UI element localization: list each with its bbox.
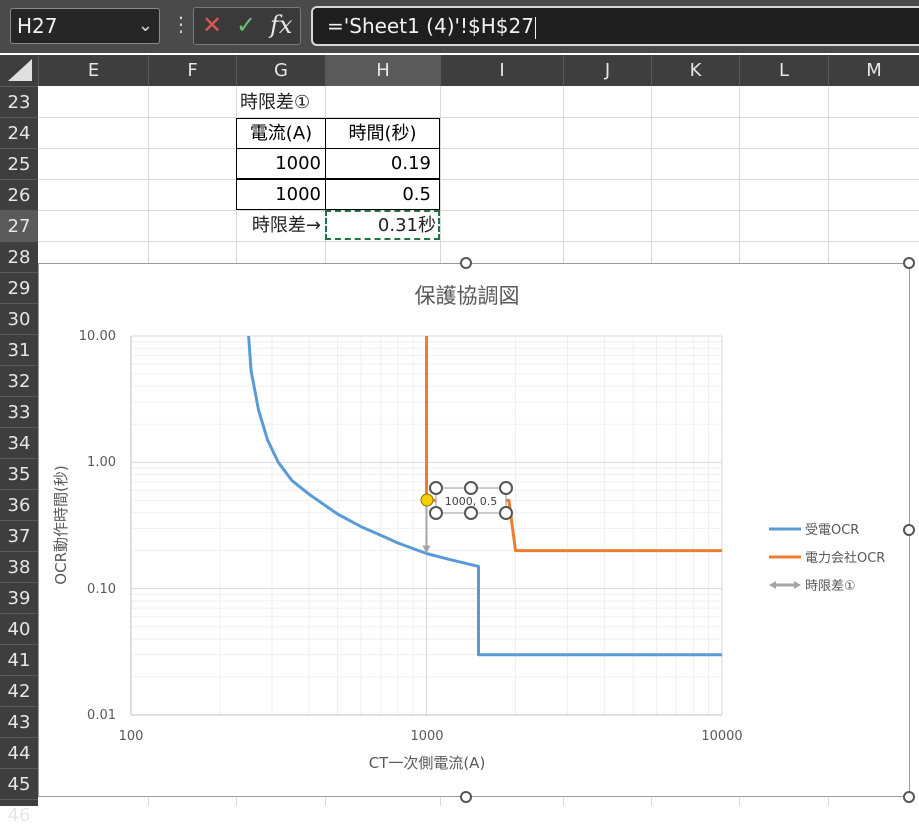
- legend-label-time-difference: 時限差①: [805, 579, 856, 594]
- resize-handle[interactable]: [429, 481, 443, 495]
- insert-function-icon[interactable]: fx: [270, 11, 292, 39]
- resize-handle[interactable]: [499, 506, 513, 520]
- cell-g24[interactable]: 電流(A): [236, 118, 326, 149]
- x-tick-label: 100: [119, 729, 144, 744]
- row-header[interactable]: 35: [0, 458, 38, 489]
- column-header-g[interactable]: G: [236, 55, 325, 86]
- cancel-icon[interactable]: ✕: [202, 11, 222, 39]
- row-header[interactable]: 36: [0, 489, 38, 520]
- cell-h25[interactable]: 0.19: [325, 148, 440, 179]
- grid-line: [38, 241, 919, 242]
- y-tick-label: 1.00: [87, 455, 116, 470]
- copy-marquee: [325, 210, 440, 240]
- cell-h24[interactable]: 時間(秒): [325, 118, 440, 149]
- legend-label-receiving-ocr: 受電OCR: [805, 523, 859, 538]
- row-header[interactable]: 45: [0, 768, 38, 799]
- chart-resize-handle-bottom[interactable]: [460, 791, 472, 803]
- row-header[interactable]: 39: [0, 582, 38, 613]
- column-header-k[interactable]: K: [651, 55, 739, 86]
- legend[interactable]: 受電OCR 電力会社OCR 時限差①: [769, 523, 885, 594]
- selected-data-point[interactable]: [420, 493, 434, 507]
- data-table: 電流(A) 時間(秒) 1000 0.19 1000 0.5: [236, 118, 440, 210]
- y-axis-label[interactable]: OCR動作時間(秒): [52, 465, 70, 584]
- select-all-corner[interactable]: [0, 55, 38, 86]
- name-box-value: H27: [17, 14, 58, 38]
- y-tick-label: 0.01: [87, 708, 116, 723]
- column-header-f[interactable]: F: [148, 55, 236, 86]
- row-header[interactable]: 42: [0, 675, 38, 706]
- formula-input[interactable]: ='Sheet1 (4)'!$H$27: [311, 6, 919, 46]
- chart-area[interactable]: 保護協調図 10.00 1.00 0.10 0.01 100 1000 1000…: [38, 263, 910, 797]
- column-header-h[interactable]: H: [325, 55, 440, 86]
- grid-line: [38, 210, 919, 211]
- grid-line: [38, 148, 919, 149]
- formula-actions: ✕ ✓ fx: [193, 7, 301, 45]
- resize-handle[interactable]: [499, 481, 513, 495]
- more-options-icon[interactable]: ⋮: [171, 12, 191, 36]
- chart-svg: 保護協調図 10.00 1.00 0.10 0.01 100 1000 1000…: [52, 284, 885, 772]
- chart-resize-handle-bottom-right[interactable]: [903, 791, 915, 803]
- chevron-down-icon[interactable]: ⌄: [138, 9, 153, 43]
- row-header[interactable]: 38: [0, 551, 38, 582]
- row-header[interactable]: 40: [0, 613, 38, 644]
- row-header[interactable]: 23: [0, 86, 38, 117]
- row-header[interactable]: 44: [0, 737, 38, 768]
- row-header[interactable]: 30: [0, 303, 38, 334]
- row-header[interactable]: 27: [0, 210, 38, 241]
- row-header[interactable]: 33: [0, 396, 38, 427]
- row-header[interactable]: 32: [0, 365, 38, 396]
- row-header[interactable]: 29: [0, 272, 38, 303]
- arrow-right-icon: [794, 581, 801, 589]
- row-header[interactable]: 46: [0, 799, 38, 830]
- cell-g25[interactable]: 1000: [236, 148, 326, 179]
- chart-resize-handle-right[interactable]: [903, 524, 915, 536]
- row-header[interactable]: 34: [0, 427, 38, 458]
- column-header-l[interactable]: L: [739, 55, 828, 86]
- x-tick-label: 1000: [410, 729, 443, 744]
- row-header-bar: 23 24 25 26 27 28 29 30 31 32 33 34 35 3…: [0, 86, 38, 826]
- resize-handle[interactable]: [429, 506, 443, 520]
- row-header[interactable]: 37: [0, 520, 38, 551]
- grid-line: [38, 117, 919, 118]
- chart-resize-handle-top-right[interactable]: [903, 257, 915, 269]
- formula-bar: H27 ⌄ ⋮ ✕ ✓ fx ='Sheet1 (4)'!$H$27: [0, 0, 919, 53]
- y-tick-labels: 10.00 1.00 0.10 0.01: [79, 329, 116, 723]
- row-header[interactable]: 41: [0, 644, 38, 675]
- row-header[interactable]: 31: [0, 334, 38, 365]
- formula-text: ='Sheet1 (4)'!$H$27: [327, 14, 534, 38]
- grid-line: [38, 179, 919, 180]
- arrow-left-icon: [769, 581, 776, 589]
- cell-h26[interactable]: 0.5: [325, 179, 440, 210]
- x-tick-labels: 100 1000 10000: [119, 729, 743, 744]
- column-header-j[interactable]: J: [563, 55, 651, 86]
- cell-g27[interactable]: 時限差→: [236, 210, 325, 241]
- x-tick-label: 10000: [701, 729, 742, 744]
- row-header[interactable]: 28: [0, 241, 38, 272]
- y-tick-label: 0.10: [87, 582, 116, 597]
- legend-label-utility-ocr: 電力会社OCR: [805, 550, 885, 566]
- chart-resize-handle-top[interactable]: [460, 257, 472, 269]
- row-header[interactable]: 26: [0, 179, 38, 210]
- resize-handle[interactable]: [464, 481, 478, 495]
- text-caret: [534, 16, 536, 39]
- y-tick-label: 10.00: [79, 329, 116, 344]
- name-box[interactable]: H27 ⌄: [10, 8, 160, 44]
- column-header-i[interactable]: I: [440, 55, 563, 86]
- x-axis-label[interactable]: CT一次側電流(A): [369, 754, 486, 772]
- chart-title[interactable]: 保護協調図: [415, 284, 520, 308]
- enter-icon[interactable]: ✓: [236, 11, 256, 39]
- column-header-e[interactable]: E: [38, 55, 148, 86]
- column-header-m[interactable]: M: [828, 55, 919, 86]
- row-header[interactable]: 25: [0, 148, 38, 179]
- cell-g23[interactable]: 時限差①: [240, 87, 310, 118]
- column-header-bar: E F G H I J K L M: [0, 55, 919, 86]
- row-header[interactable]: 24: [0, 117, 38, 148]
- row-header[interactable]: 43: [0, 706, 38, 737]
- cell-g26[interactable]: 1000: [236, 179, 326, 210]
- resize-handle[interactable]: [464, 506, 478, 520]
